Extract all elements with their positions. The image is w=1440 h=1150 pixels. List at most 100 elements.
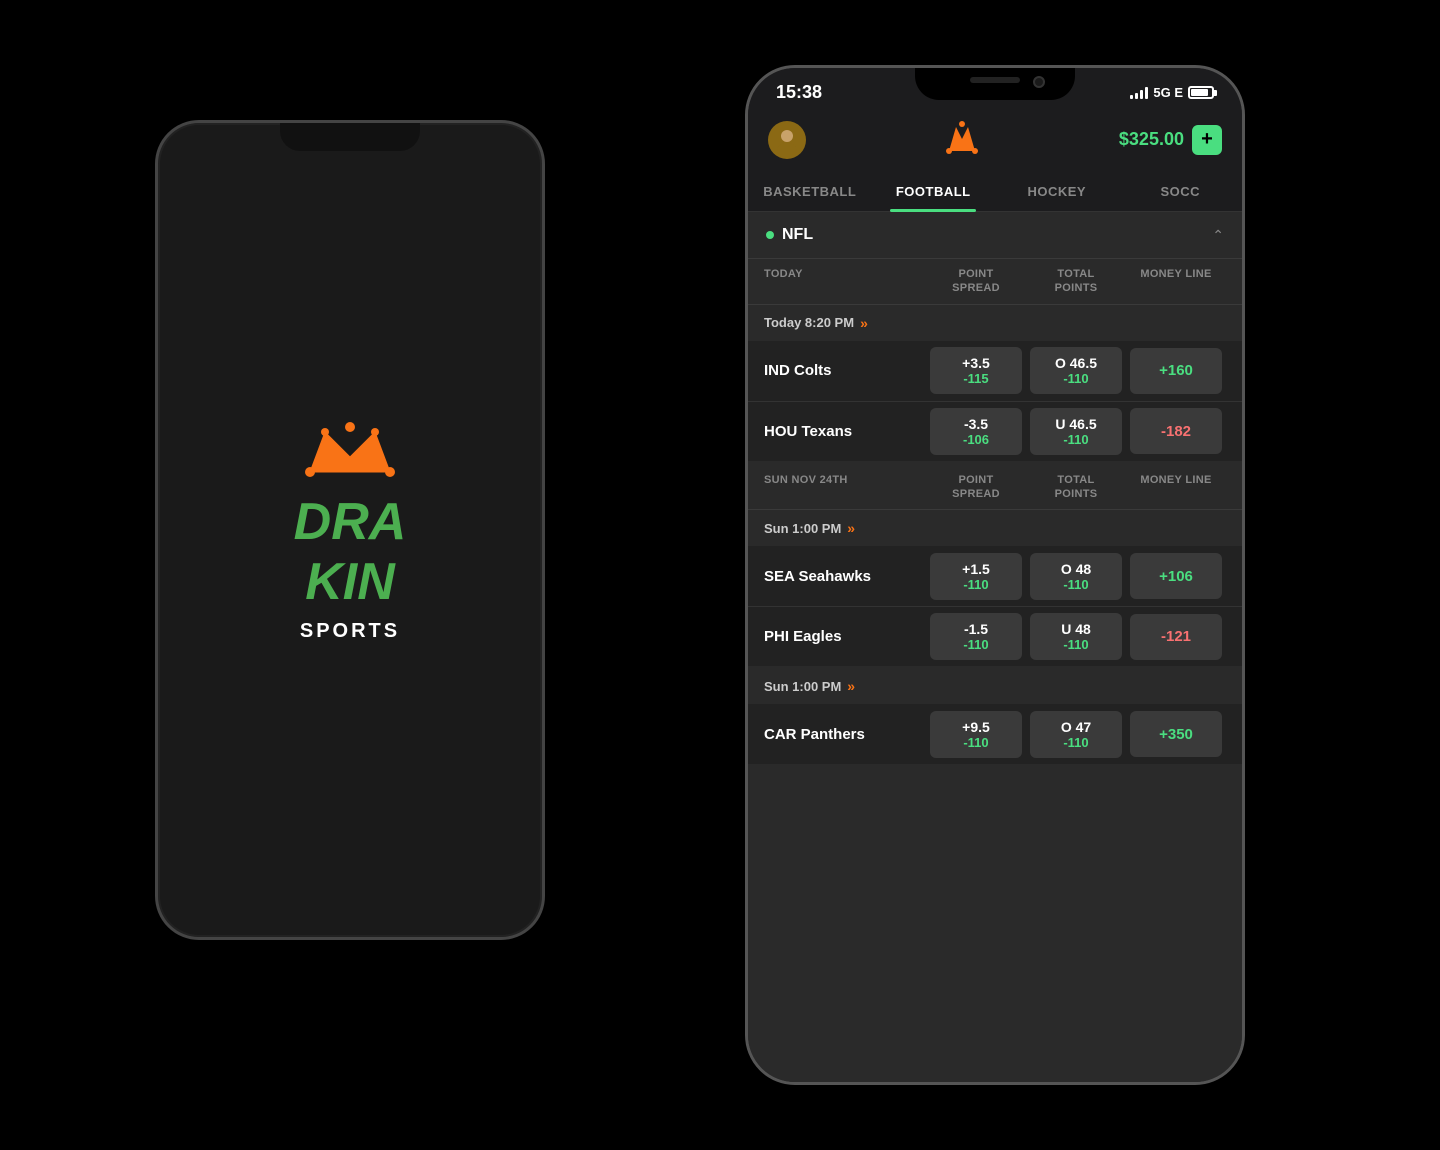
dk-header-logo (944, 119, 980, 160)
battery-fill (1191, 89, 1208, 96)
spread-top: +1.5 (962, 561, 990, 577)
total-points-ind-colts[interactable]: O 46.5 -110 (1030, 347, 1122, 394)
table-row[interactable]: IND Colts +3.5 -115 O 46.5 -110 +160 (748, 341, 1242, 401)
total-bot: -110 (1063, 432, 1088, 447)
tab-soccer[interactable]: SOCC (1119, 172, 1243, 211)
money-line-phi[interactable]: -121 (1130, 614, 1222, 660)
spread-top: +9.5 (962, 719, 990, 735)
total-bot: -110 (1063, 371, 1088, 386)
status-time: 15:38 (776, 82, 822, 103)
total-points-phi[interactable]: U 48 -110 (1030, 613, 1122, 660)
point-spread-phi[interactable]: -1.5 -110 (930, 613, 1022, 660)
dk-logo-text-area: DRA (294, 496, 407, 548)
dk-crown-icon (305, 417, 395, 488)
game-time-chevron-icon-3[interactable]: » (847, 678, 855, 694)
spread-top: +3.5 (962, 355, 990, 371)
total-points-car[interactable]: O 47 -110 (1030, 711, 1122, 758)
total-bot: -110 (1063, 735, 1088, 750)
tab-hockey[interactable]: HOCKEY (995, 172, 1119, 211)
total-top: U 48 (1061, 621, 1091, 637)
total-bot: -110 (1063, 577, 1088, 592)
point-spread-ind-colts[interactable]: +3.5 -115 (930, 347, 1022, 394)
col-total-points-2: TOTALPOINTS (1026, 473, 1126, 502)
game-time-text-1: Sun 1:00 PM (764, 521, 841, 536)
point-spread-hou-texans[interactable]: -3.5 -106 (930, 408, 1022, 455)
game-time-chevron-icon[interactable]: » (860, 315, 868, 331)
total-points-sea[interactable]: O 48 -110 (1030, 553, 1122, 600)
notch-camera (1033, 76, 1045, 88)
money-value: +106 (1159, 568, 1193, 585)
balance-area: $325.00 + (1119, 125, 1222, 155)
phone-front: 15:38 5G E (745, 65, 1245, 1085)
money-line-hou-texans[interactable]: -182 (1130, 408, 1222, 454)
game-time-sun-1pm-1: Sun 1:00 PM » (748, 510, 1242, 546)
col-total-points: TOTALPOINTS (1026, 267, 1126, 296)
team-name-sea-seahawks: SEA Seahawks (764, 568, 926, 585)
team-name-car-panthers: CAR Panthers (764, 726, 926, 743)
matchup-colts-texans: IND Colts +3.5 -115 O 46.5 -110 +160 HOU… (748, 341, 1242, 461)
matchup-panthers: CAR Panthers +9.5 -110 O 47 -110 +350 (748, 704, 1242, 764)
game-time-today-820pm: Today 8:20 PM » (748, 305, 1242, 341)
total-top: O 47 (1061, 719, 1091, 735)
spread-bot: -110 (963, 637, 988, 652)
money-value: -182 (1161, 423, 1191, 440)
spread-bot: -110 (963, 577, 988, 592)
signal-bars-icon (1130, 87, 1148, 99)
column-headers-sun-nov-24: SUN NOV 24TH POINTSPREAD TOTALPOINTS MON… (748, 465, 1242, 511)
money-value: +160 (1159, 362, 1193, 379)
total-top: U 46.5 (1055, 416, 1096, 432)
dk-logo-kin: KIN (305, 556, 395, 608)
phone-back-content: DRA KIN SPORTS (294, 417, 407, 643)
game-time-text: Today 8:20 PM (764, 315, 854, 330)
dk-sports-label: SPORTS (300, 620, 400, 643)
table-row[interactable]: PHI Eagles -1.5 -110 U 48 -110 -121 (748, 606, 1242, 666)
table-row[interactable]: HOU Texans -3.5 -106 U 46.5 -110 -182 (748, 401, 1242, 461)
money-line-ind-colts[interactable]: +160 (1130, 348, 1222, 394)
nfl-section-header[interactable]: NFL ⌃ (748, 212, 1242, 259)
dk-logo-green: DRA (294, 496, 407, 548)
game-time-sun-1pm-2: Sun 1:00 PM » (748, 668, 1242, 704)
sport-tabs: BASKETBALL FOOTBALL HOCKEY SOCC (748, 172, 1242, 212)
table-row[interactable]: SEA Seahawks +1.5 -110 O 48 -110 +106 (748, 546, 1242, 606)
total-top: O 46.5 (1055, 355, 1097, 371)
spread-bot: -106 (963, 432, 989, 447)
col-date-label: SUN NOV 24TH (764, 473, 926, 502)
team-name-ind-colts: IND Colts (764, 362, 926, 379)
add-funds-button[interactable]: + (1192, 125, 1222, 155)
total-points-hou-texans[interactable]: U 46.5 -110 (1030, 408, 1122, 455)
battery-icon (1188, 86, 1214, 99)
total-bot: -110 (1063, 637, 1088, 652)
matchup-seahawks-eagles: SEA Seahawks +1.5 -110 O 48 -110 +106 PH… (748, 546, 1242, 666)
game-time-text-2: Sun 1:00 PM (764, 679, 841, 694)
nfl-collapse-chevron-icon[interactable]: ⌃ (1212, 227, 1224, 244)
team-name-hou-texans: HOU Texans (764, 423, 926, 440)
point-spread-sea[interactable]: +1.5 -110 (930, 553, 1022, 600)
avatar[interactable] (768, 121, 806, 159)
col-money-line: MONEY LINE (1126, 267, 1226, 296)
notch-speaker (970, 77, 1020, 83)
balance-amount: $325.00 (1119, 129, 1184, 150)
col-money-line-2: MONEY LINE (1126, 473, 1226, 502)
spread-bot: -110 (963, 735, 988, 750)
money-line-car[interactable]: +350 (1130, 711, 1222, 757)
nfl-live-dot (766, 231, 774, 239)
app-header: $325.00 + (748, 111, 1242, 172)
col-today: TODAY (764, 267, 926, 296)
col-point-spread: POINTSPREAD (926, 267, 1026, 296)
table-row[interactable]: CAR Panthers +9.5 -110 O 47 -110 +350 (748, 704, 1242, 764)
nfl-label: NFL (766, 226, 813, 244)
game-time-chevron-icon-2[interactable]: » (847, 520, 855, 536)
money-line-sea[interactable]: +106 (1130, 553, 1222, 599)
tab-football[interactable]: FOOTBALL (872, 172, 996, 211)
notch (915, 68, 1075, 100)
col-point-spread-2: POINTSPREAD (926, 473, 1026, 502)
point-spread-car[interactable]: +9.5 -110 (930, 711, 1022, 758)
spread-top: -1.5 (964, 621, 988, 637)
tab-basketball[interactable]: BASKETBALL (748, 172, 872, 211)
phone-back: DRA KIN SPORTS (155, 120, 545, 940)
main-content[interactable]: NFL ⌃ TODAY POINTSPREAD TOTALPOINTS MONE… (748, 212, 1242, 1082)
dk-logo-second-line: KIN (305, 556, 395, 608)
money-value: -121 (1161, 628, 1191, 645)
column-headers-today: TODAY POINTSPREAD TOTALPOINTS MONEY LINE (748, 259, 1242, 305)
spread-top: -3.5 (964, 416, 988, 432)
